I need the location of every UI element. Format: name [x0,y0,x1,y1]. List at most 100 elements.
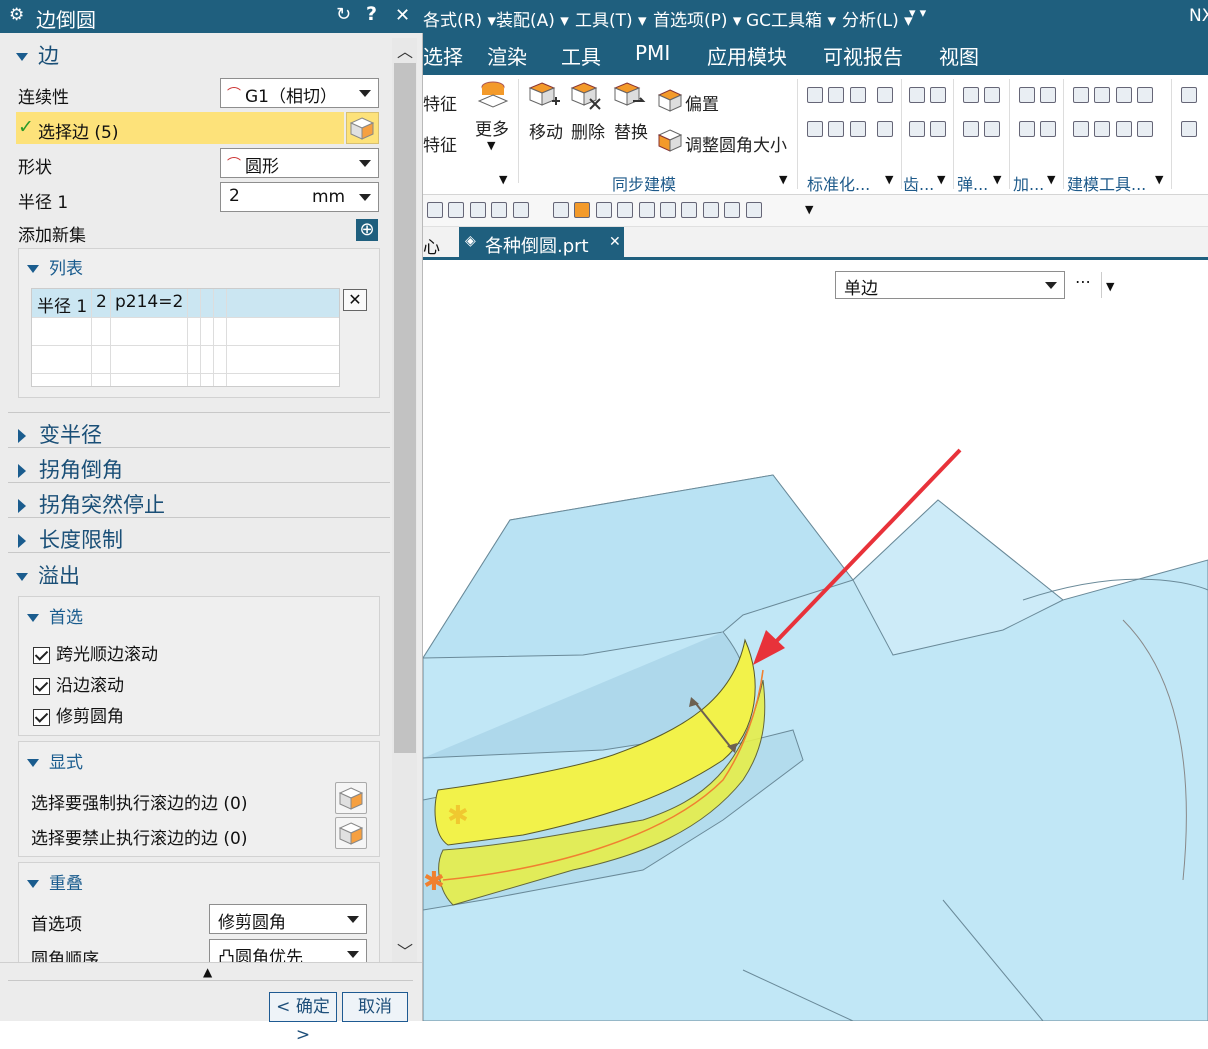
tab-select[interactable]: 选择 [423,41,463,70]
section-length-limit[interactable]: 长度限制 [18,524,123,554]
move-face-button[interactable]: 移动 [529,118,563,143]
select-edge-button[interactable] [346,112,379,144]
group-caret-icon[interactable]: ▼ [885,173,893,186]
tool-icon[interactable] [828,121,845,137]
tool-icon[interactable] [984,121,1001,137]
tool-icon[interactable] [807,121,823,137]
menu-format[interactable]: 各式(R) ▾ [423,6,496,31]
tab-pmi[interactable]: PMI [635,41,670,65]
section-corner-setback[interactable]: 拐角倒角 [18,454,123,484]
tab-active-document[interactable]: ◈ 各种倒圆.prt ✕ [459,227,624,260]
checkbox-checked[interactable] [33,708,50,726]
tool-icon[interactable] [909,121,925,137]
scrollbar-thumb[interactable] [394,63,416,753]
checkbox-roll-along-edge[interactable]: 沿边滚动 [33,671,124,696]
section-edge-header[interactable]: 边 [16,40,59,70]
list-header[interactable]: 列表 [27,254,83,279]
checkbox-checked[interactable] [33,646,50,664]
tool-icon[interactable] [1040,87,1057,103]
tool-icon[interactable] [745,202,762,218]
tool-icon[interactable] [660,202,677,218]
close-icon[interactable]: ✕ [395,5,410,26]
delete-face-button[interactable]: 删除 [571,118,605,143]
tool-icon[interactable] [849,121,866,137]
menu-gc-toolbox[interactable]: GC工具箱 ▾ [746,6,836,31]
section-overflow[interactable]: 溢出 [16,560,80,590]
tab-previous[interactable]: 心 [423,233,440,258]
section-stop-short[interactable]: 拐角突然停止 [18,489,165,519]
graphics-window[interactable]: 单边 ⋯ ▼ ✱ ✱ [423,260,1208,1021]
tool-icon[interactable] [681,202,698,218]
tool-icon[interactable] [877,87,893,103]
tool-icon[interactable] [930,87,947,103]
continuity-select[interactable]: ⌒ G1（相切） [220,78,379,108]
tab-visual-report[interactable]: 可视报告 [823,41,903,70]
resize-blend-button[interactable]: 调整圆角大小 [685,131,787,156]
forbid-roll-select-button[interactable] [335,817,367,849]
tool-icon[interactable] [702,202,719,218]
tool-icon[interactable] [1094,121,1111,137]
fit-icon[interactable] [574,202,591,218]
tool-icon[interactable] [1181,121,1197,137]
remove-row-button[interactable]: ✕ [343,289,367,311]
tool-icon[interactable] [512,202,529,218]
tab-applications[interactable]: 应用模块 [707,41,787,70]
select-edge-row[interactable]: ✓ 选择边 (5) [16,112,344,144]
menu-overflow-icon[interactable]: ▾ ▾ [909,6,926,21]
group-caret-icon[interactable]: ▼ [1047,173,1055,186]
close-icon[interactable]: ✕ [609,234,621,250]
section-variable-radius[interactable]: 变半径 [18,419,102,449]
menu-tools[interactable]: 工具(T) ▾ [575,6,647,31]
tool-icon[interactable] [427,202,443,218]
group-caret-icon[interactable]: ▼ [779,173,787,186]
tool-icon[interactable] [1094,87,1111,103]
reset-icon[interactable]: ↻ [336,4,351,25]
preference-header[interactable]: 首选 [27,603,83,628]
overlap-header[interactable]: 重叠 [27,869,83,894]
help-icon[interactable]: ? [366,3,377,25]
tool-icon[interactable] [1137,87,1154,103]
tool-icon[interactable] [963,121,979,137]
tool-icon[interactable] [724,202,741,218]
group-caret-icon[interactable]: ▼ [993,173,1001,186]
tool-icon[interactable] [1019,121,1035,137]
checkbox-checked[interactable] [33,677,50,695]
tool-icon[interactable] [909,87,925,103]
tool-icon[interactable] [469,202,486,218]
tab-view[interactable]: 视图 [939,41,979,70]
toolbar-caret-icon[interactable]: ▼ [805,203,813,216]
tool-icon[interactable] [807,87,823,103]
more-caret-icon[interactable]: ▼ [487,139,495,152]
chevron-down-icon[interactable]: ﹀ [397,938,413,962]
feature-button-partial[interactable]: 特征 [423,131,457,156]
tool-icon[interactable] [617,202,634,218]
explicit-header[interactable]: 显式 [27,748,83,773]
tool-icon[interactable] [849,87,866,103]
tool-icon[interactable] [1137,121,1154,137]
group-caret-icon[interactable]: ▼ [937,173,945,186]
feature-button-partial[interactable]: 特征 [423,90,457,115]
checkbox-trim-blend[interactable]: 修剪圆角 [33,702,124,727]
tool-icon[interactable] [1040,121,1057,137]
tool-icon[interactable] [1115,87,1132,103]
menu-assembly[interactable]: 装配(A) ▾ [496,6,569,31]
tool-icon[interactable] [638,202,655,218]
gear-icon[interactable]: ⚙ [9,5,24,25]
tool-icon[interactable] [595,202,612,218]
tool-icon[interactable] [1181,87,1197,103]
pref-option-select[interactable]: 修剪圆角 [209,904,367,934]
more-button[interactable]: 更多 [475,115,509,140]
tool-icon[interactable] [491,202,508,218]
tool-icon[interactable] [448,202,465,218]
tool-icon[interactable] [1115,121,1132,137]
tool-icon[interactable] [828,87,845,103]
dialog-scrollbar[interactable]: ︿ ﹀ [392,38,417,963]
replace-face-button[interactable]: 替换 [614,118,648,143]
group-caret-icon[interactable]: ▼ [499,173,507,186]
menu-preferences[interactable]: 首选项(P) ▾ [653,6,741,31]
zoom-icon[interactable] [553,202,569,218]
model-view[interactable]: ✱ ✱ [423,260,1208,1021]
shape-select[interactable]: ⌒ 圆形 [220,148,379,178]
ok-button[interactable]: < 确定 > [269,992,337,1045]
table-row[interactable]: 半径 1 2 p214=2 [32,289,339,317]
